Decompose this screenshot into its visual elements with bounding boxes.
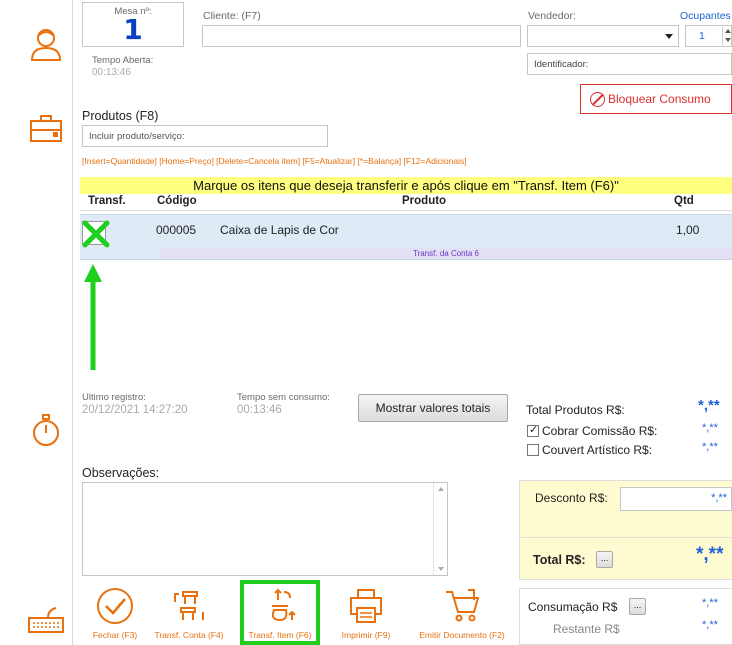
produtos-title: Produtos (F8) (82, 109, 159, 123)
restante-value: *,** (702, 619, 718, 631)
ultimo-registro-value: 20/12/2021 14:27:20 (82, 404, 188, 416)
identificador-label: Identificador: (534, 59, 589, 70)
bloquear-label: Bloquear Consumo (608, 92, 711, 106)
ocupantes-value: 1 (699, 30, 705, 42)
restante-label: Restante R$ (553, 622, 620, 636)
cell-qtd: 1,00 (676, 223, 700, 237)
tempo-aberta-value: 00:13:46 (92, 67, 131, 78)
cart-document-icon (446, 589, 480, 622)
transfer-note-bar: Transf. da Conta 6 (160, 248, 732, 259)
total-divider (521, 537, 732, 538)
consumacao-details-button[interactable]: ... (629, 598, 646, 615)
user-icon (26, 24, 66, 64)
ocupantes-spinner[interactable]: 1 (685, 25, 732, 47)
observacoes-textarea[interactable] (82, 482, 448, 576)
banner-text: Marque os itens que deseja transferir e … (193, 178, 619, 193)
col-produto[interactable]: Produto (402, 195, 446, 207)
couvert-value: *,** (702, 441, 718, 453)
vendedor-label: Vendedor: (528, 10, 576, 22)
tempo-sem-consumo-label: Tempo sem consumo: (237, 392, 330, 403)
ultimo-registro-label: Ultimo registro: (82, 392, 146, 403)
desconto-field[interactable]: *,** (620, 487, 732, 511)
cliente-label: Cliente: (F7) (203, 10, 261, 22)
desconto-label: Desconto R$: (535, 491, 608, 505)
mesa-box: Mesa nº: 1 (82, 2, 184, 47)
left-icon-strip (0, 0, 72, 645)
keyboard-icon (26, 600, 66, 640)
produto-search-placeholder: Incluir produto/serviço: (89, 131, 185, 142)
grid-header: Transf. Código Produto Qtd (80, 193, 732, 211)
bloquear-consumo-button[interactable]: Bloquear Consumo (580, 84, 732, 114)
total-details-button[interactable]: ... (596, 551, 613, 568)
ocupantes-label: Ocupantes (680, 10, 731, 22)
couvert-checkbox[interactable] (527, 444, 539, 456)
col-transf[interactable]: Transf. (88, 195, 126, 207)
total-produtos-value: *,** (698, 397, 720, 414)
mostrar-valores-button[interactable]: Mostrar valores totais (358, 394, 508, 422)
transf-item-button[interactable]: Transf. Item (F6) (244, 586, 316, 640)
couvert-label: Couvert Artístico R$: (542, 443, 653, 457)
cliente-field[interactable] (202, 25, 521, 47)
cobrar-comissao-checkbox[interactable]: ✓ (527, 424, 539, 437)
mesa-number: 1 (123, 13, 143, 46)
cell-codigo: 000005 (156, 223, 197, 237)
observacoes-scrollbar[interactable] (433, 483, 447, 575)
printer-icon (350, 589, 382, 623)
transf-conta-button[interactable]: Transf. Conta (F4) (146, 586, 232, 640)
transfer-note: Transf. da Conta 6 (413, 249, 479, 258)
dropdown-arrow-icon (665, 34, 673, 39)
green-x-mark (82, 220, 110, 248)
check-circle-icon (97, 588, 133, 624)
transf-item-label: Transf. Item (F6) (248, 630, 312, 640)
tempo-aberta-label: Tempo Aberta: (92, 55, 154, 66)
fechar-label: Fechar (F3) (92, 630, 138, 640)
transfer-item-icon (271, 588, 296, 622)
tempo-sem-consumo-value: 00:13:46 (237, 404, 282, 416)
imprimir-button[interactable]: Imprimir (F9) (338, 586, 394, 640)
green-arrow-up (84, 264, 102, 370)
fechar-button[interactable]: Fechar (F3) (86, 586, 144, 640)
col-codigo[interactable]: Código (157, 195, 197, 207)
transf-conta-label: Transf. Conta (F4) (154, 630, 224, 640)
shortcuts-hint: [Insert=Quantidade] [Home=Preço] [Delete… (82, 156, 467, 166)
total-produtos-label: Total Produtos R$: (526, 403, 625, 417)
produto-search-input[interactable]: Incluir produto/serviço: (82, 125, 328, 147)
consumacao-panel (519, 588, 732, 645)
vendedor-select[interactable] (527, 25, 679, 47)
consumacao-label: Consumação R$ (528, 600, 618, 614)
briefcase-icon (26, 108, 66, 148)
emitir-label: Emitir Documento (F2) (419, 630, 505, 640)
transfer-table-icon (174, 591, 204, 620)
left-strip-divider (72, 0, 73, 645)
stopwatch-icon (26, 410, 66, 450)
cell-produto: Caixa de Lapis de Cor (220, 223, 339, 237)
cobrar-comissao-value: *,** (702, 422, 718, 434)
transfer-instructions-banner: Marque os itens que deseja transferir e … (80, 177, 732, 194)
transfer-checkbox[interactable] (82, 220, 110, 248)
imprimir-label: Imprimir (F9) (341, 630, 391, 640)
observacoes-label: Observações: (82, 466, 160, 480)
spinner-icon[interactable] (722, 27, 732, 45)
table-row[interactable]: 000005 Caixa de Lapis de Cor 1,00 Transf… (80, 214, 732, 260)
block-icon (590, 92, 605, 107)
total-label: Total R$: (533, 553, 586, 567)
col-qtd[interactable]: Qtd (674, 195, 694, 207)
cobrar-comissao-label: Cobrar Comissão R$: (542, 424, 658, 438)
identificador-field[interactable]: Identificador: (527, 53, 732, 75)
desconto-value: *,** (711, 492, 727, 504)
consumacao-value: *,** (702, 597, 718, 609)
emitir-documento-button[interactable]: Emitir Documento (F2) (414, 586, 510, 640)
total-value: *,** (696, 544, 724, 565)
